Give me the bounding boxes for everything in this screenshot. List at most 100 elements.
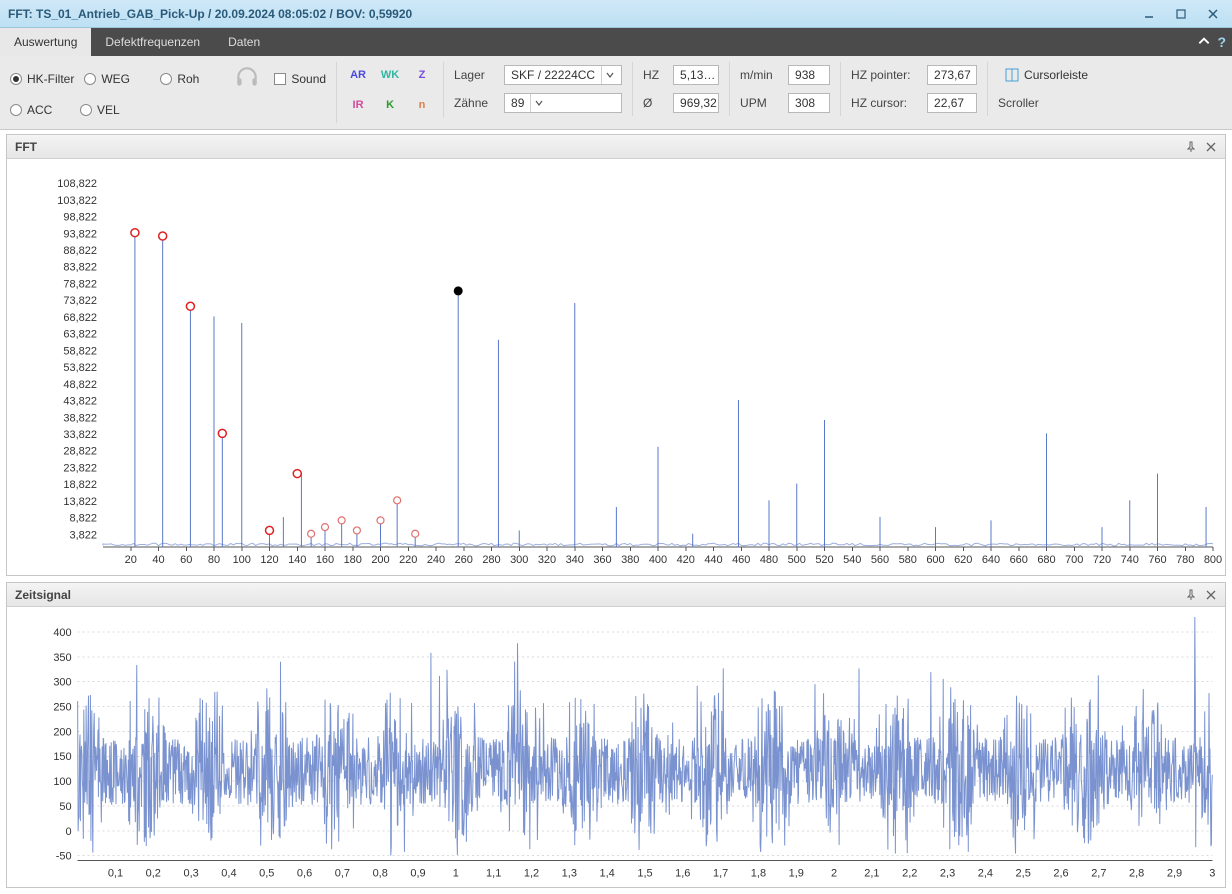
- svg-text:200: 200: [371, 554, 389, 566]
- headphones-icon[interactable]: [234, 64, 260, 93]
- svg-text:700: 700: [1065, 554, 1083, 566]
- svg-text:53,822: 53,822: [63, 362, 97, 374]
- hz-input[interactable]: 5,13…: [673, 65, 719, 85]
- channel-WK[interactable]: WK: [379, 69, 401, 81]
- panel-close-icon[interactable]: [1201, 585, 1221, 605]
- svg-text:1,2: 1,2: [524, 868, 539, 880]
- channel-n[interactable]: n: [411, 99, 433, 111]
- svg-text:440: 440: [704, 554, 722, 566]
- svg-text:1,7: 1,7: [713, 868, 728, 880]
- tab-auswertung-label: Auswertung: [14, 35, 77, 49]
- svg-text:78,822: 78,822: [63, 278, 97, 290]
- svg-text:150: 150: [53, 752, 71, 764]
- dia-input[interactable]: 969,32: [673, 93, 719, 113]
- svg-text:400: 400: [53, 627, 71, 639]
- svg-text:380: 380: [621, 554, 639, 566]
- zeitsignal-chart-area[interactable]: -500501001502002503003504000,10,20,30,40…: [7, 607, 1225, 887]
- hz-cursor-label: HZ cursor:: [851, 96, 917, 110]
- channel-Z[interactable]: Z: [411, 69, 433, 81]
- radio-acc[interactable]: ACC: [10, 103, 70, 117]
- hz-dia-group: HZ 5,13… Ø 969,32: [641, 62, 730, 116]
- maximize-button[interactable]: [1166, 3, 1196, 25]
- svg-text:2,2: 2,2: [902, 868, 917, 880]
- svg-text:100: 100: [233, 554, 251, 566]
- channel-group: AR WK Z IR K n: [345, 62, 444, 118]
- close-button[interactable]: [1198, 3, 1228, 25]
- svg-text:740: 740: [1121, 554, 1139, 566]
- svg-text:83,822: 83,822: [63, 262, 97, 274]
- signal-radio-group: HK-Filter WEG Roh Sound ACC VEL: [8, 62, 337, 123]
- svg-text:2,7: 2,7: [1091, 868, 1106, 880]
- fft-chart-area[interactable]: 2040608010012014016018020022024026028030…: [7, 159, 1225, 575]
- svg-text:93,822: 93,822: [63, 228, 97, 240]
- svg-text:0,4: 0,4: [221, 868, 236, 880]
- svg-text:200: 200: [53, 727, 71, 739]
- svg-text:0,2: 0,2: [146, 868, 161, 880]
- svg-text:18,822: 18,822: [63, 479, 97, 491]
- tab-daten-label: Daten: [228, 35, 260, 49]
- pin-icon[interactable]: [1181, 137, 1201, 157]
- svg-text:520: 520: [815, 554, 833, 566]
- cursor-tools-group: Cursorleiste Scroller: [996, 62, 1105, 116]
- panel-close-icon[interactable]: [1201, 137, 1221, 157]
- mmin-input[interactable]: 938: [788, 65, 830, 85]
- svg-text:720: 720: [1093, 554, 1111, 566]
- tab-daten[interactable]: Daten: [214, 28, 274, 56]
- checkbox-sound[interactable]: Sound: [274, 72, 326, 86]
- svg-text:640: 640: [982, 554, 1000, 566]
- svg-text:2: 2: [831, 868, 837, 880]
- svg-text:300: 300: [510, 554, 528, 566]
- pointer-group: HZ pointer: 273,67 HZ cursor: 22,67: [849, 62, 988, 116]
- speed-group: m/min 938 UPM 308: [738, 62, 841, 116]
- cursorleiste-button[interactable]: Cursorleiste: [998, 65, 1095, 85]
- svg-text:250: 250: [53, 702, 71, 714]
- svg-text:600: 600: [926, 554, 944, 566]
- svg-text:260: 260: [455, 554, 473, 566]
- pin-icon[interactable]: [1181, 585, 1201, 605]
- svg-text:0,6: 0,6: [297, 868, 312, 880]
- svg-text:2,9: 2,9: [1167, 868, 1182, 880]
- svg-text:33,822: 33,822: [63, 429, 97, 441]
- lager-combo[interactable]: SKF / 22224CC: [504, 65, 622, 85]
- minimize-button[interactable]: [1134, 3, 1164, 25]
- tab-defektfrequenzen[interactable]: Defektfrequenzen: [91, 28, 214, 56]
- radio-roh[interactable]: Roh: [160, 72, 220, 86]
- fft-panel-title: FFT: [15, 140, 37, 154]
- hz-pointer-label: HZ pointer:: [851, 68, 917, 82]
- svg-text:103,822: 103,822: [57, 195, 97, 207]
- channel-AR[interactable]: AR: [347, 69, 369, 81]
- radio-vel[interactable]: VEL: [80, 103, 140, 117]
- svg-text:3,822: 3,822: [69, 529, 97, 541]
- scroller-label[interactable]: Scroller: [998, 96, 1039, 110]
- svg-text:160: 160: [316, 554, 334, 566]
- radio-weg[interactable]: WEG: [84, 72, 144, 86]
- svg-text:50: 50: [59, 801, 71, 813]
- hz-cursor-value: 22,67: [927, 93, 977, 113]
- svg-text:760: 760: [1148, 554, 1166, 566]
- svg-text:320: 320: [538, 554, 556, 566]
- zeitsignal-panel: Zeitsignal -500501001502002503003504000,…: [6, 582, 1226, 888]
- channel-K[interactable]: K: [379, 99, 401, 111]
- help-icon[interactable]: ?: [1217, 34, 1226, 50]
- title-bar: FFT: TS_01_Antrieb_GAB_Pick-Up / 20.09.2…: [0, 0, 1232, 28]
- channel-IR[interactable]: IR: [347, 99, 369, 111]
- svg-text:1,4: 1,4: [600, 868, 615, 880]
- hz-label: HZ: [643, 68, 663, 82]
- tab-auswertung[interactable]: Auswertung: [0, 28, 91, 56]
- svg-text:23,822: 23,822: [63, 462, 97, 474]
- svg-text:88,822: 88,822: [63, 245, 97, 257]
- radio-hk-filter[interactable]: HK-Filter: [10, 72, 74, 86]
- svg-text:800: 800: [1204, 554, 1222, 566]
- zaehne-combo[interactable]: 89: [504, 93, 622, 113]
- svg-text:500: 500: [788, 554, 806, 566]
- ribbon-collapse-icon[interactable]: [1197, 34, 1211, 51]
- svg-text:480: 480: [760, 554, 778, 566]
- upm-input[interactable]: 308: [788, 93, 830, 113]
- svg-text:1,9: 1,9: [789, 868, 804, 880]
- svg-text:2,5: 2,5: [1016, 868, 1031, 880]
- svg-text:460: 460: [732, 554, 750, 566]
- svg-text:180: 180: [344, 554, 362, 566]
- svg-text:28,822: 28,822: [63, 446, 97, 458]
- svg-text:8,822: 8,822: [69, 513, 97, 525]
- svg-text:2,6: 2,6: [1053, 868, 1068, 880]
